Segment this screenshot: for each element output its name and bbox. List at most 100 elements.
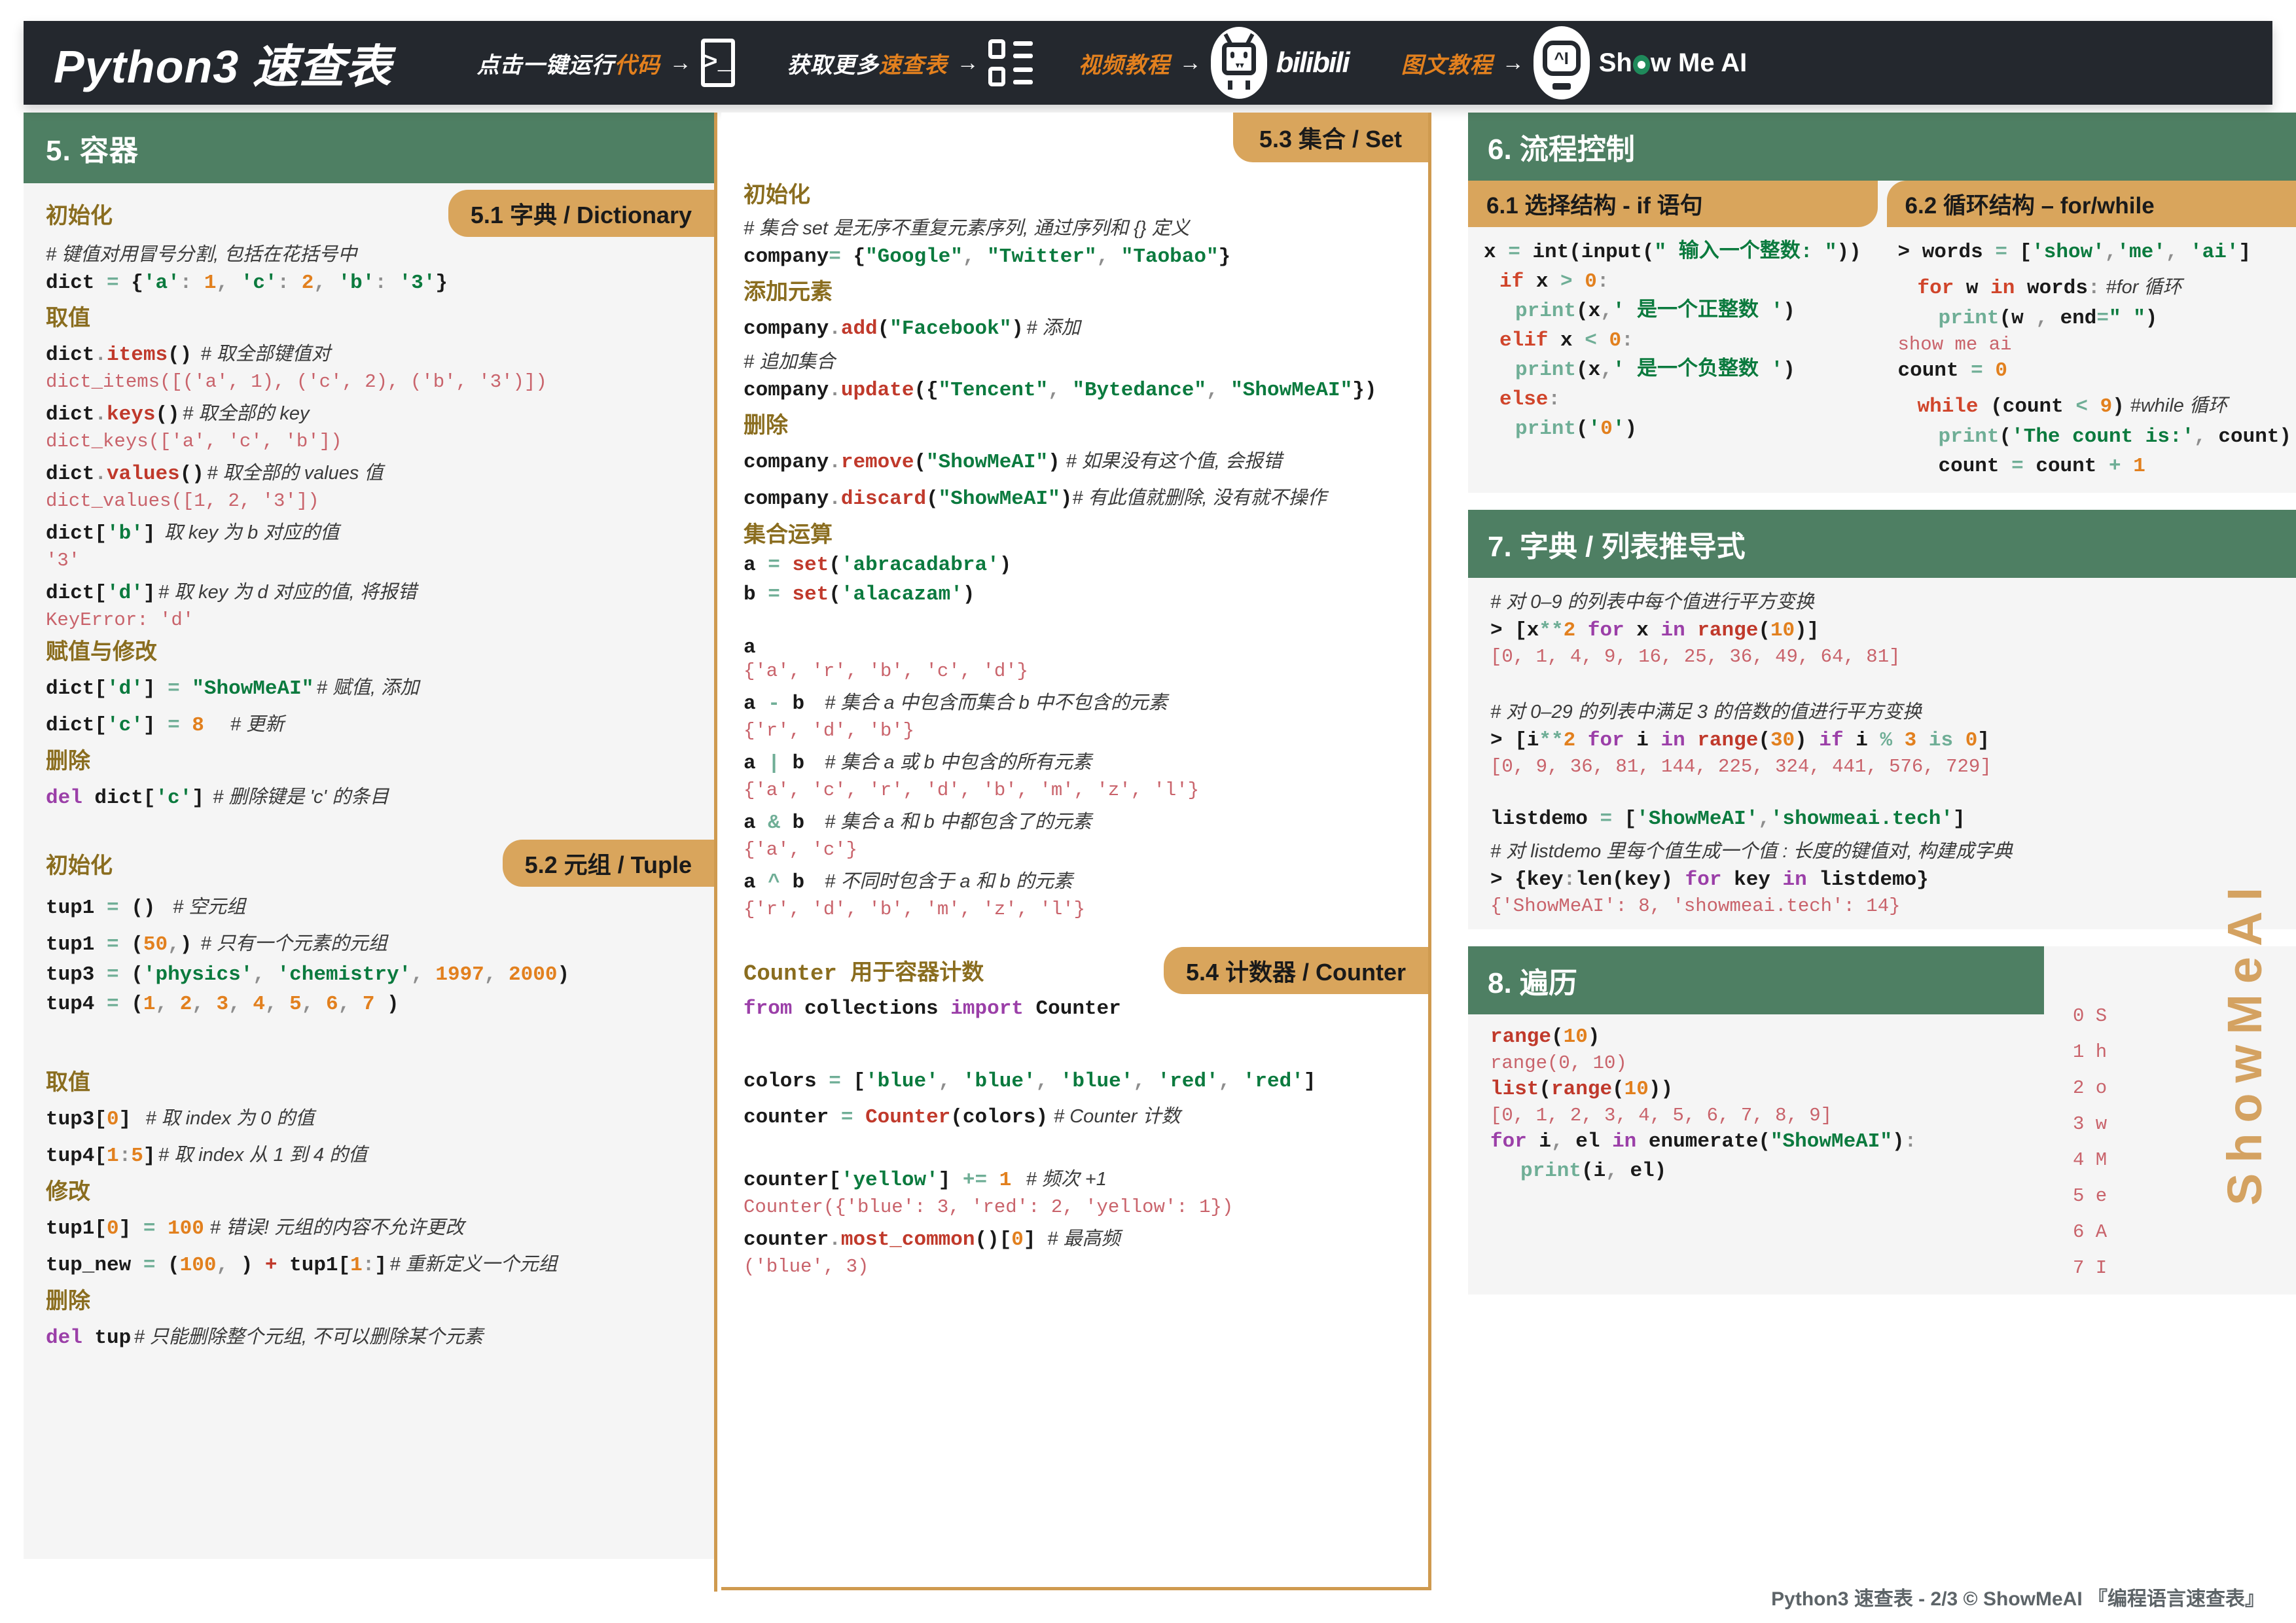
- dict-sub-assign: 赋值与修改: [46, 639, 157, 664]
- arrow-icon: →: [669, 50, 692, 75]
- table-row: a: [744, 636, 756, 659]
- header-item-video-tutorial[interactable]: 视频教程 → bilibili: [1078, 27, 1350, 99]
- section-5-container-card: 5. 容器 初始化 5.1 字典 / Dictionary # 键值对用冒号分割…: [24, 113, 717, 1592]
- dict-sub-del: 删除: [46, 749, 90, 774]
- showmeai-robot-icon[interactable]: ^I: [1533, 26, 1590, 99]
- section-5-heading: 5. 容器: [24, 113, 714, 183]
- terminal-icon[interactable]: >_: [700, 39, 735, 87]
- table-row: tup4[1:5]: [46, 1145, 156, 1168]
- table-row: a | b: [744, 752, 805, 775]
- counter-most-code: counter.most_common()[0]: [744, 1228, 1036, 1251]
- counter-import-code: from collections import Counter: [744, 997, 1121, 1020]
- table-row: dict['c'] = 8: [46, 714, 204, 737]
- loop-code-block: > words = ['show','me', 'ai'] for w in w…: [1897, 241, 2292, 478]
- set-add-code: company.add("Facebook"): [744, 317, 1024, 340]
- table-row: tup3 = ('physics', 'chemistry', 1997, 20…: [46, 963, 570, 986]
- arrow-icon: →: [956, 50, 979, 75]
- table-row: a ^ b: [744, 871, 805, 894]
- set-remove-code: company.remove("ShowMeAI"): [744, 451, 1060, 474]
- header-item-run-code[interactable]: 点击一键运行代码 → >_: [477, 39, 735, 87]
- list-range-output: [0, 1, 2, 3, 4, 5, 6, 7, 8, 9]: [1490, 1105, 1833, 1126]
- table-row: {'a', 'c', 'r', 'd', 'b', 'm', 'z', 'l'}: [744, 779, 1200, 801]
- set-sub-add: 添加元素: [744, 279, 833, 304]
- section-6-card: 6. 流程控制 6.1 选择结构 - if 语句 6.2 循环结构 – for/…: [1468, 113, 2296, 493]
- range-code: range(10): [1490, 1026, 1600, 1048]
- counter-sub: Counter 用于容器计数: [744, 962, 984, 987]
- section-6-heading: 6. 流程控制: [1468, 113, 2296, 181]
- table-row: del dict['c']: [46, 787, 204, 810]
- set-discard-code: company.discard("ShowMeAI"): [744, 488, 1073, 510]
- table-row: {'r', 'd', 'b', 'm', 'z', 'l'}: [744, 899, 1086, 920]
- header-item-more-sheets[interactable]: 获取更多速查表 →: [787, 39, 1033, 86]
- dict-sub-get: 取值: [46, 306, 90, 330]
- table-row: a - b: [744, 692, 805, 715]
- run-code-label: 点击一键运行代码: [476, 52, 660, 78]
- cheatsheet-page: Python3 速查表 点击一键运行代码 → >_ 获取更多速查表 → 视频教程…: [0, 0, 2296, 1623]
- table-row: dict_keys(['a', 'c', 'b']): [46, 431, 342, 452]
- page-title: Python3 速查表: [54, 41, 392, 92]
- set-init-code: company= {"Google", "Twitter", "Taobao"}: [744, 245, 1231, 268]
- table-row: tup1 = (50,): [46, 933, 192, 956]
- table-row: dict_values([1, 2, '3']): [46, 490, 319, 512]
- set-sub-ops: 集合运算: [744, 522, 833, 547]
- set-b-code: b = set('alacazam'): [744, 583, 975, 606]
- page-footer: Python3 速查表 - 2/3 © ShowMeAI 『编程语言速查表』: [1771, 1588, 2265, 1610]
- table-row: dict.items(): [46, 344, 192, 366]
- showmeai-watermark: ShowMeAI: [2217, 877, 2272, 1206]
- counter-most-output: ('blue', 3): [744, 1256, 869, 1277]
- enumerate-code: for i, el in enumerate("ShowMeAI"):: [1490, 1130, 1917, 1153]
- section-5-body: 初始化 5.1 字典 / Dictionary # 键值对用冒号分割, 包括在花…: [24, 183, 714, 1559]
- dict-init-code: dict = {'a': 1, 'c': 2, 'b': '3'}: [46, 272, 448, 294]
- comp-code-3: listdemo = ['ShowMeAI','showmeai.tech']: [1490, 808, 1965, 830]
- set-init-comment: # 集合 set 是无序不重复元素序列, 通过序列和 {} 定义: [744, 218, 1190, 239]
- counter-colors-code: colors = ['blue', 'blue', 'blue', 'red',…: [744, 1070, 1316, 1093]
- comp-comment-1: # 对 0–9 的列表中每个值进行平方变换: [1490, 592, 1814, 613]
- range-output: range(0, 10): [1490, 1052, 1627, 1074]
- counter-pill-row: Counter 用于容器计数 5.4 计数器 / Counter: [721, 947, 1428, 994]
- table-row: dict.keys(): [46, 403, 180, 426]
- set-a-code: a = set('abracadabra'): [744, 554, 1012, 577]
- table-row: a & b: [744, 812, 805, 834]
- tuple-sub-get: 取值: [46, 1070, 90, 1095]
- dict-pill-row: 初始化 5.1 字典 / Dictionary: [24, 190, 714, 237]
- tuple-pill-row: 初始化 5.2 元组 / Tuple: [24, 840, 714, 887]
- page-header: Python3 速查表 点击一键运行代码 → >_ 获取更多速查表 → 视频教程…: [24, 21, 2272, 105]
- comp-output-2: [0, 9, 36, 81, 144, 225, 324, 441, 576, …: [1490, 756, 1992, 777]
- comp-comment-3: # 对 listdemo 里每个值生成一个值 : 长度的键值对, 构建成字典: [1490, 841, 2013, 862]
- pill-6-2-loop: 6.2 循环结构 – for/while: [1886, 181, 2296, 227]
- section-7-card: 7. 字典 / 列表推导式 # 对 0–9 的列表中每个值进行平方变换 > [x…: [1468, 510, 2296, 929]
- set-update-comment: # 追加集合: [744, 351, 836, 372]
- section-5-set-counter-card: 5.3 集合 / Set 初始化 # 集合 set 是无序不重复元素序列, 通过…: [721, 113, 1431, 1592]
- list-range-code: list(range(10)): [1490, 1078, 1674, 1101]
- table-row: dict['d']: [46, 582, 156, 605]
- robot-face: ^I: [1542, 41, 1581, 76]
- showmeai-wordmark: Sh w Me AI: [1598, 48, 1748, 77]
- table-row: dict.values(): [46, 463, 204, 486]
- video-tutorial-label: 视频教程: [1078, 52, 1170, 78]
- tuple-sub-del: 删除: [46, 1289, 90, 1313]
- counter-inc-code: counter['yellow'] += 1: [744, 1169, 1012, 1192]
- table-row: {'r', 'd', 'b'}: [744, 720, 915, 741]
- comp-output-4: {'ShowMeAI': 8, 'showmeai.tech': 14}: [1490, 895, 1901, 917]
- header-item-article-tutorial[interactable]: 图文教程 → ^I Sh w Me AI: [1401, 26, 1748, 99]
- list-icon[interactable]: [988, 39, 1033, 86]
- section-8-heading: 8. 遍历: [1468, 946, 2044, 1014]
- comp-code-1: > [x**2 for x in range(10)]: [1490, 619, 1820, 642]
- list-item: 6 A: [2073, 1221, 2108, 1243]
- table-row: dict['d'] = "ShowMeAI": [46, 677, 314, 700]
- arrow-icon: →: [1501, 50, 1524, 75]
- section-7-heading: 7. 字典 / 列表推导式: [1468, 510, 2296, 578]
- table-row: dict['b']: [46, 522, 156, 545]
- table-row: '3': [46, 550, 81, 571]
- comp-output-1: [0, 1, 4, 9, 16, 25, 36, 49, 64, 81]: [1490, 646, 1901, 668]
- comp-code-4: > {key:len(key) for key in listdemo}: [1490, 868, 1929, 891]
- table-row: tup3[0]: [46, 1108, 132, 1131]
- tuple-sub-mod: 修改: [46, 1179, 90, 1204]
- article-tutorial-label: 图文教程: [1401, 52, 1493, 78]
- pill-5-4-counter: 5.4 计数器 / Counter: [1163, 947, 1428, 994]
- column-3: 6. 流程控制 6.1 选择结构 - if 语句 6.2 循环结构 – for/…: [1468, 113, 2296, 1592]
- bilibili-icon[interactable]: [1210, 27, 1267, 99]
- table-row: KeyError: 'd': [46, 609, 194, 631]
- pill-5-2-tuple: 5.2 元组 / Tuple: [502, 840, 714, 887]
- tuple-sub-init: 初始化: [46, 853, 113, 878]
